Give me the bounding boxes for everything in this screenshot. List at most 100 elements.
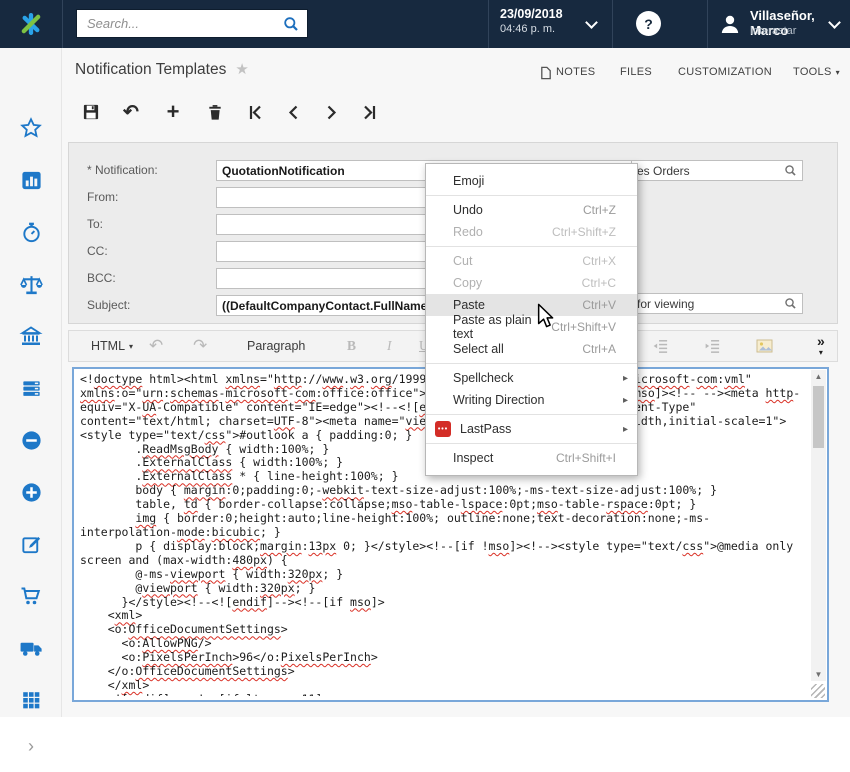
- vertical-scrollbar[interactable]: ▲ ▼: [811, 370, 826, 681]
- sidebar-expand[interactable]: ›: [0, 720, 62, 772]
- submenu-arrow-icon: ▸: [623, 395, 628, 406]
- menu-item-undo[interactable]: UndoCtrl+Z: [426, 199, 637, 221]
- top-bar: 23/09/2018 04:46 p. m. ? Villaseñor, Mar…: [0, 0, 850, 48]
- user-company: Interastar: [750, 25, 796, 37]
- stopwatch-icon: [20, 221, 43, 244]
- scales-icon: [19, 272, 44, 297]
- indent-button[interactable]: [703, 331, 721, 361]
- save-button[interactable]: [78, 99, 104, 125]
- application-window: 23/09/2018 04:46 p. m. ? Villaseñor, Mar…: [0, 0, 850, 717]
- sidebar-item-payables[interactable]: [0, 414, 62, 466]
- notification-label: * Notification:: [87, 160, 212, 181]
- menu-item-paste-plain[interactable]: Paste as plain textCtrl+Shift+V: [426, 316, 637, 338]
- go-last-button[interactable]: [356, 99, 382, 125]
- truck-icon: [19, 636, 44, 661]
- menu-item-redo: RedoCtrl+Shift+Z: [426, 221, 637, 243]
- add-new-button[interactable]: +: [160, 99, 186, 125]
- menu-item-emoji[interactable]: Emoji: [426, 170, 637, 192]
- menu-item-copy: CopyCtrl+C: [426, 272, 637, 294]
- go-next-button[interactable]: [318, 99, 344, 125]
- scroll-down-arrow-icon[interactable]: ▼: [811, 670, 826, 679]
- menu-item-select-all[interactable]: Select allCtrl+A: [426, 338, 637, 360]
- cancel-button[interactable]: ↶: [118, 99, 144, 125]
- date-chevron-down-icon[interactable]: [585, 16, 598, 29]
- menu-separator: [426, 414, 637, 415]
- menu-separator: [426, 195, 637, 196]
- lookup-magnifier-icon[interactable]: [784, 164, 797, 177]
- edit-icon: [20, 533, 43, 556]
- editor-undo-button[interactable]: ↶: [149, 331, 163, 361]
- menu-item-spellcheck[interactable]: Spellcheck▸: [426, 367, 637, 389]
- mode-chevron-down-icon: ▾: [129, 342, 133, 351]
- scroll-up-arrow-icon[interactable]: ▲: [811, 372, 826, 381]
- files-link[interactable]: FILES: [620, 66, 652, 78]
- toolbar-overflow-button[interactable]: » ▾: [817, 334, 825, 357]
- redo-arrow-icon: ↷: [193, 336, 207, 356]
- help-question-icon: ?: [644, 16, 653, 32]
- search-input[interactable]: [85, 15, 283, 32]
- data-rows-icon: [20, 377, 43, 400]
- mode-selector[interactable]: HTML▾: [91, 331, 133, 361]
- from-label: From:: [87, 187, 212, 208]
- italic-button[interactable]: I: [387, 331, 392, 361]
- menu-item-lastpass[interactable]: LastPass▸: [426, 418, 637, 440]
- go-first-button[interactable]: [242, 99, 268, 125]
- insert-image-button[interactable]: [755, 331, 774, 361]
- indent-icon: [703, 337, 721, 355]
- sidebar-item-sales-quotes[interactable]: [0, 518, 62, 570]
- menu-item-inspect[interactable]: InspectCtrl+Shift+I: [426, 447, 637, 469]
- global-search[interactable]: [76, 9, 308, 38]
- user-avatar-icon[interactable]: [718, 12, 742, 36]
- plus-icon: +: [167, 101, 180, 123]
- bcc-label: BCC:: [87, 268, 212, 289]
- sidebar-item-favorites[interactable]: [0, 102, 62, 154]
- paragraph-style-selector[interactable]: Paragraph: [247, 331, 305, 361]
- go-previous-button[interactable]: [280, 99, 306, 125]
- bank-icon: [19, 324, 43, 348]
- chevron-down-icon: ▾: [817, 349, 825, 357]
- notes-link[interactable]: NOTES: [556, 66, 595, 78]
- delete-button[interactable]: [202, 99, 228, 125]
- save-floppy-icon: [82, 103, 100, 121]
- notes-doc-icon[interactable]: [540, 66, 552, 80]
- customization-link[interactable]: CUSTOMIZATION: [678, 66, 772, 78]
- go-first-icon: [247, 103, 264, 122]
- sidebar-item-shipments[interactable]: [0, 622, 62, 674]
- topbar-divider: [612, 0, 613, 48]
- lastpass-icon: [435, 421, 451, 437]
- asterisk-logo-icon: [18, 11, 44, 37]
- submenu-arrow-icon: ▸: [623, 424, 628, 435]
- double-chevron-right-icon: »: [817, 333, 825, 349]
- screen-lookup-field[interactable]: es Orders: [631, 160, 803, 181]
- search-icon[interactable]: [283, 16, 299, 32]
- scrollbar-thumb[interactable]: [813, 386, 824, 448]
- outdent-icon: [651, 337, 669, 355]
- app-logo[interactable]: [0, 0, 62, 48]
- sidebar-item-dashboards[interactable]: [0, 154, 62, 206]
- star-icon: [19, 116, 43, 140]
- business-date: 23/09/2018: [500, 7, 563, 23]
- sidebar-item-time-and-expenses[interactable]: [0, 206, 62, 258]
- undo-arrow-icon: ↶: [149, 336, 163, 356]
- favorite-star-icon[interactable]: ★: [235, 61, 248, 78]
- sidebar-item-receivables[interactable]: [0, 466, 62, 518]
- sidebar-item-projects[interactable]: [0, 362, 62, 414]
- menu-separator: [426, 246, 637, 247]
- grid-icon: [20, 689, 42, 711]
- go-previous-icon: [285, 103, 302, 122]
- menu-item-writing-direction[interactable]: Writing Direction▸: [426, 389, 637, 411]
- tools-menu[interactable]: TOOLS▾: [793, 66, 840, 78]
- to-label: To:: [87, 214, 212, 235]
- report-lookup-field[interactable]: for viewing: [631, 293, 803, 314]
- help-button[interactable]: ?: [636, 11, 661, 36]
- sidebar-item-taxes[interactable]: [0, 258, 62, 310]
- sidebar-item-banking[interactable]: [0, 310, 62, 362]
- resize-grip[interactable]: [811, 684, 825, 698]
- sidebar-item-more-items[interactable]: [0, 674, 62, 726]
- lookup-magnifier-icon[interactable]: [784, 297, 797, 310]
- business-date-selector[interactable]: 23/09/2018 04:46 p. m.: [500, 7, 563, 36]
- sidebar-item-purchases[interactable]: [0, 570, 62, 622]
- bold-button[interactable]: B: [347, 331, 356, 361]
- editor-redo-button[interactable]: ↷: [193, 331, 207, 361]
- outdent-button[interactable]: [651, 331, 669, 361]
